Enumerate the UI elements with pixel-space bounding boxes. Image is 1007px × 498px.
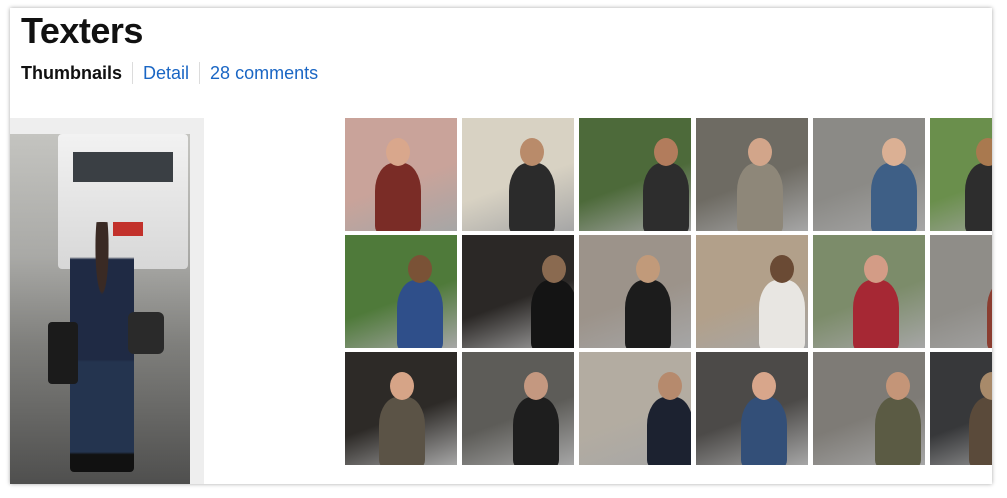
thumbnail-figure bbox=[737, 163, 783, 231]
thumbnail-figure bbox=[853, 280, 899, 348]
thumbnail-figure bbox=[509, 163, 555, 231]
tab-detail[interactable]: Detail bbox=[133, 62, 201, 84]
thumbnail-figure-head bbox=[520, 138, 544, 166]
thumbnail-figure-head bbox=[886, 372, 910, 400]
thumbnail-figure bbox=[513, 397, 559, 465]
thumbnail-figure bbox=[643, 163, 689, 231]
thumbnail-figure-head bbox=[864, 255, 888, 283]
thumbnail-blonde-woman-on-street[interactable] bbox=[813, 118, 925, 231]
page-title: Texters bbox=[21, 10, 143, 51]
thumbnail-woman-near-food-cart[interactable] bbox=[696, 118, 808, 231]
thumbnail-figure-head bbox=[524, 372, 548, 400]
thumbnail-figure-in-dark-hallway[interactable] bbox=[462, 235, 574, 348]
thumbnail-figure-head bbox=[752, 372, 776, 400]
tab-comments[interactable]: 28 comments bbox=[200, 62, 328, 84]
thumbnail-figure-head bbox=[980, 372, 992, 400]
thumbnail-figure-head bbox=[390, 372, 414, 400]
thumbnail-man-in-dark-jacket[interactable] bbox=[462, 352, 574, 465]
thumbnail-figure bbox=[759, 280, 805, 348]
thumbnail-red-haired-woman-plaid-shirt[interactable] bbox=[696, 352, 808, 465]
thumbnail-man-in-red-shirt-cropped[interactable] bbox=[930, 235, 992, 348]
thumbnail-figure bbox=[379, 397, 425, 465]
thumbnail-figure-head bbox=[386, 138, 410, 166]
thumbnail-man-under-lamppost-in-park[interactable] bbox=[345, 235, 457, 348]
thumbnail-figure bbox=[987, 280, 992, 348]
featured-person bbox=[70, 222, 134, 472]
thumbnail-figure-head bbox=[770, 255, 794, 283]
thumbnail-figure-head bbox=[976, 138, 992, 166]
thumbnail-man-at-park-cropped[interactable] bbox=[930, 118, 992, 231]
thumbnail-figure-head bbox=[408, 255, 432, 283]
featured-bag bbox=[48, 322, 78, 384]
thumbnail-figure bbox=[969, 397, 992, 465]
thumbnail-figure bbox=[741, 397, 787, 465]
thumbnail-man-looking-down-at-phone[interactable] bbox=[345, 352, 457, 465]
thumbnail-man-at-cafe-table[interactable] bbox=[813, 235, 925, 348]
thumbnail-figure-head bbox=[882, 138, 906, 166]
thumbnail-man-in-suit-with-phone[interactable] bbox=[579, 118, 691, 231]
thumbnail-figure bbox=[965, 163, 992, 231]
thumbnail-figure bbox=[647, 397, 691, 465]
featured-photo[interactable] bbox=[10, 134, 190, 484]
thumbnail-figure-head bbox=[654, 138, 678, 166]
thumbnail-man-sitting-on-beach[interactable] bbox=[462, 118, 574, 231]
thumbnail-figure bbox=[375, 163, 421, 231]
page-window: Texters Thumbnails Detail 28 comments bbox=[10, 8, 992, 484]
thumbnail-figure bbox=[531, 280, 574, 348]
thumbnail-woman-red-hair-sunglasses[interactable] bbox=[345, 118, 457, 231]
thumbnail-figure-head bbox=[542, 255, 566, 283]
thumbnail-figure-head bbox=[748, 138, 772, 166]
thumbnail-figure-head bbox=[636, 255, 660, 283]
thumbnail-figure bbox=[397, 280, 443, 348]
thumbnail-man-with-hat-in-crowd[interactable] bbox=[696, 235, 808, 348]
thumbnail-man-sitting-on-chair[interactable] bbox=[579, 235, 691, 348]
thumbnail-figure bbox=[625, 280, 671, 348]
thumbnail-figure bbox=[871, 163, 917, 231]
thumbnail-building-entrance-cropped[interactable] bbox=[930, 352, 992, 465]
thumbnail-man-against-stone-wall[interactable] bbox=[579, 352, 691, 465]
thumbnail-figure-head bbox=[658, 372, 682, 400]
view-tabs: Thumbnails Detail 28 comments bbox=[21, 62, 328, 84]
thumbnail-woman-on-city-sidewalk[interactable] bbox=[813, 352, 925, 465]
featured-handbag bbox=[128, 312, 164, 354]
tab-thumbnails[interactable]: Thumbnails bbox=[21, 62, 134, 84]
thumbnail-figure bbox=[875, 397, 921, 465]
thumbnail-grid bbox=[345, 118, 992, 465]
